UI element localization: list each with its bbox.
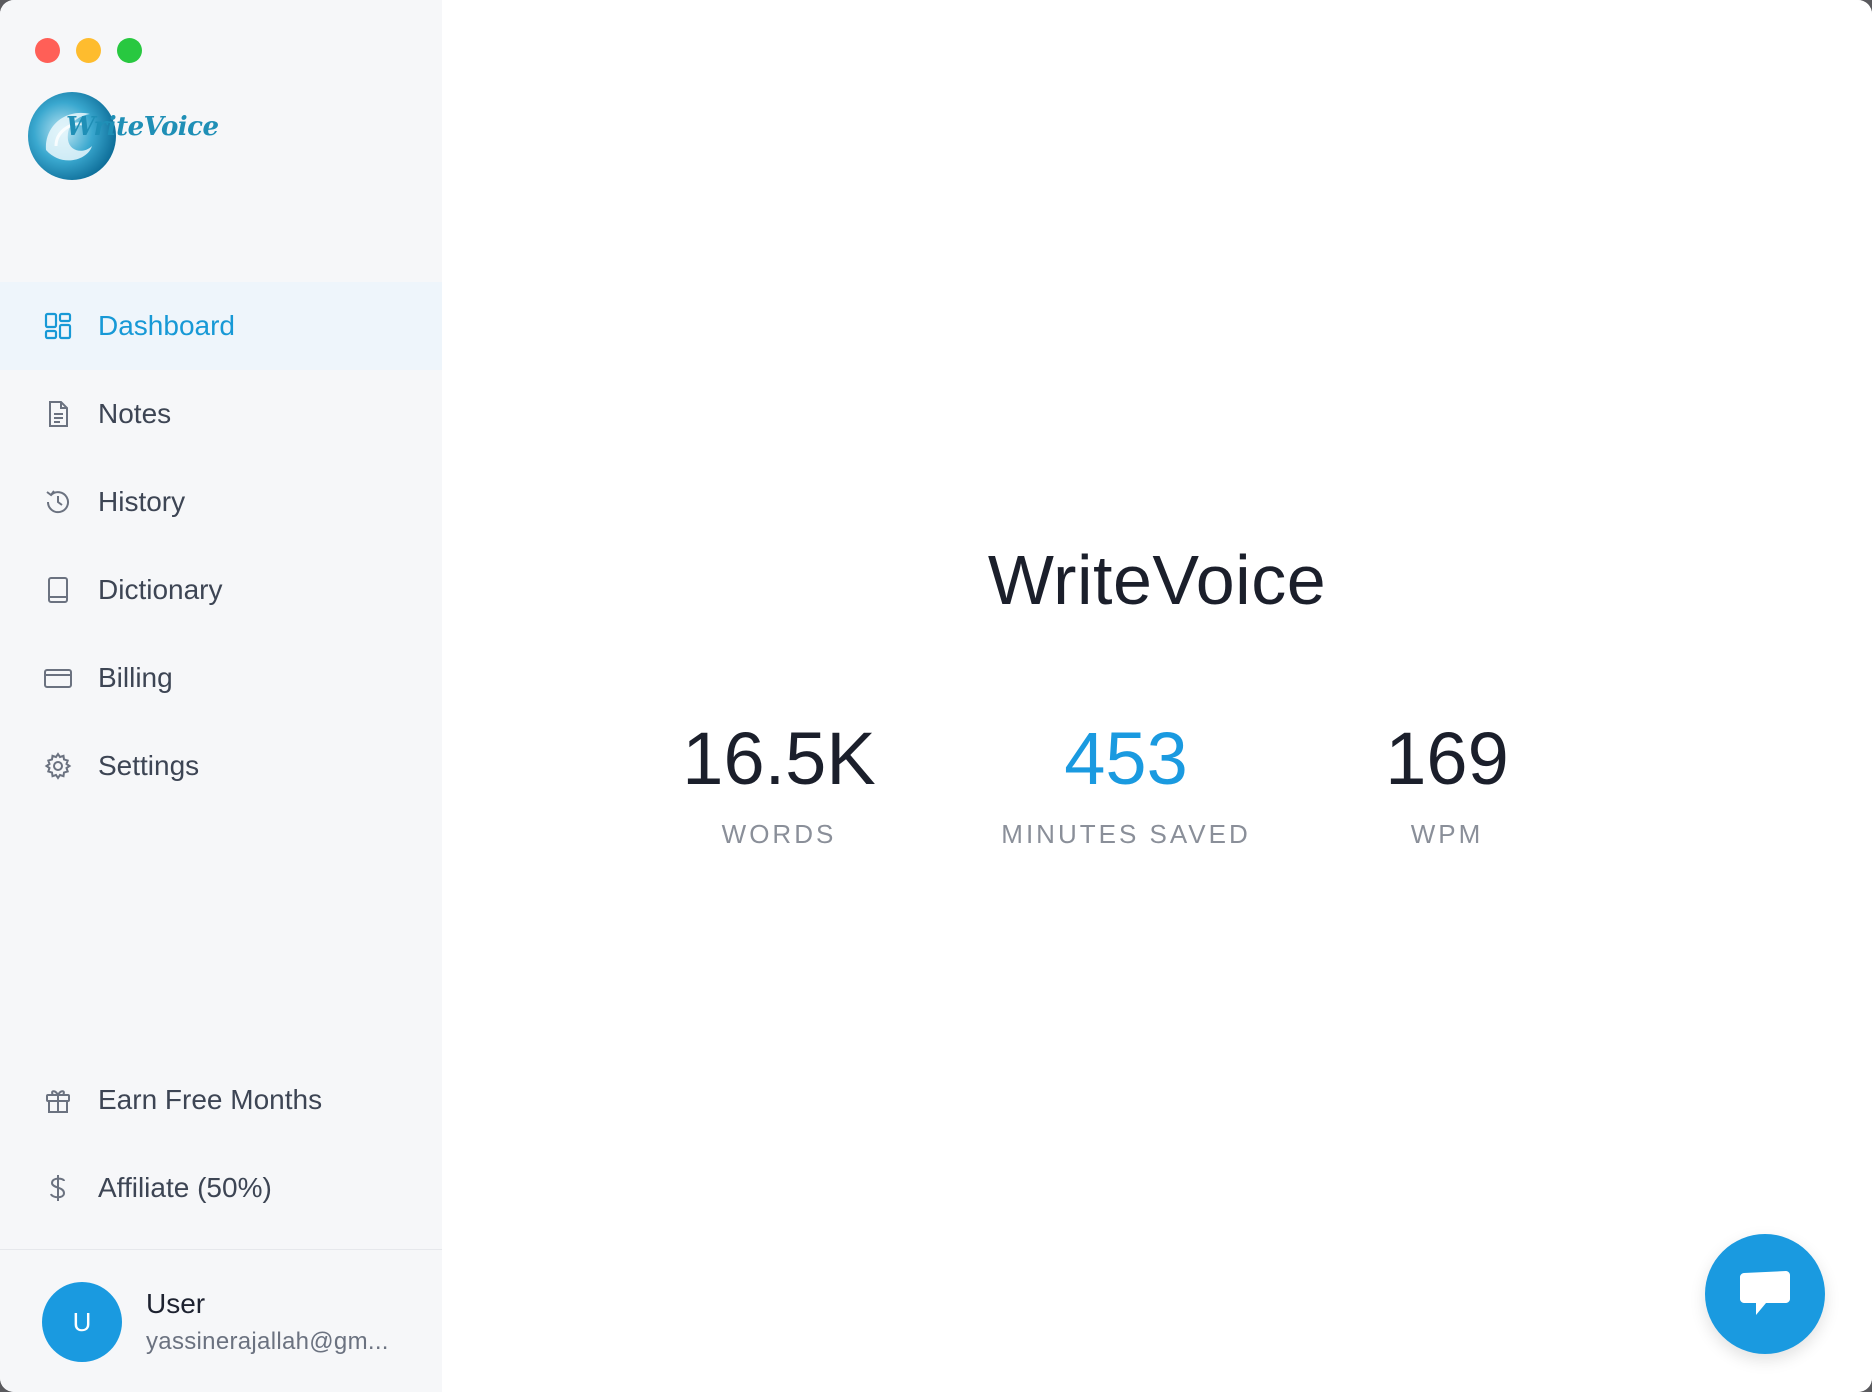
stat-value: 16.5K (682, 717, 876, 800)
sidebar-item-history[interactable]: History (0, 458, 442, 546)
stat-words: 16.5K WORDS (609, 716, 949, 850)
book-icon (42, 574, 74, 606)
chat-button[interactable] (1705, 1234, 1825, 1354)
sidebar-item-notes[interactable]: Notes (0, 370, 442, 458)
window-controls (35, 38, 142, 63)
dollar-icon (42, 1172, 74, 1204)
history-clock-icon (42, 486, 74, 518)
sidebar-item-label: Settings (98, 750, 200, 781)
avatar: U (42, 1282, 122, 1362)
sidebar-item-label: Notes (98, 398, 172, 429)
gift-icon (42, 1084, 74, 1116)
stat-minutes-saved: 453 MINUTES SAVED (956, 716, 1296, 850)
page-title: WriteVoice (987, 541, 1327, 619)
dashboard-main: WriteVoice 16.5K WORDS 453 MINUTES SAVED… (442, 0, 1872, 1392)
stat-value: 453 (1064, 717, 1188, 800)
gear-icon (42, 750, 74, 782)
app-window: WriteVoice Dashboard Notes History Dicti… (0, 0, 1872, 1392)
user-email: yassinerajallah@gm... (146, 1328, 389, 1355)
sidebar-item-label: History (98, 486, 186, 517)
sidebar-nav: Dashboard Notes History Dictionary Billi… (0, 282, 442, 810)
logo-text: WriteVoice (66, 112, 219, 142)
credit-card-icon (42, 662, 74, 694)
sidebar-item-label: Affiliate (50%) (98, 1172, 272, 1203)
sidebar-bottom-nav: Earn Free Months Affiliate (50%) (0, 1056, 442, 1232)
user-info: User yassinerajallah@gm... (146, 1288, 389, 1356)
close-button[interactable] (35, 38, 60, 63)
zoom-button[interactable] (117, 38, 142, 63)
sidebar-item-earn-free-months[interactable]: Earn Free Months (0, 1056, 442, 1144)
stat-value: 169 (1385, 717, 1509, 800)
sidebar-item-dictionary[interactable]: Dictionary (0, 546, 442, 634)
sidebar-item-label: Dashboard (98, 310, 235, 341)
user-profile[interactable]: U User yassinerajallah@gm... (42, 1282, 389, 1362)
sidebar-divider (0, 1249, 442, 1250)
document-icon (42, 398, 74, 430)
dashboard-grid-icon (42, 310, 74, 342)
minimize-button[interactable] (76, 38, 101, 63)
chat-bubble-icon (1740, 1271, 1790, 1315)
sidebar: WriteVoice Dashboard Notes History Dicti… (0, 0, 442, 1392)
stat-label: WPM (1410, 819, 1484, 849)
sidebar-item-affiliate[interactable]: Affiliate (50%) (0, 1144, 442, 1232)
user-name: User (146, 1288, 206, 1319)
sidebar-item-dashboard[interactable]: Dashboard (0, 282, 442, 370)
app-logo: WriteVoice (26, 88, 219, 182)
sidebar-item-label: Dictionary (98, 574, 223, 605)
sidebar-item-label: Earn Free Months (98, 1084, 323, 1115)
sidebar-item-settings[interactable]: Settings (0, 722, 442, 810)
stat-label: WORDS (721, 819, 837, 849)
sidebar-item-label: Billing (98, 662, 173, 693)
sidebar-item-billing[interactable]: Billing (0, 634, 442, 722)
stat-label: MINUTES SAVED (1001, 819, 1251, 849)
stat-wpm: 169 WPM (1277, 716, 1617, 850)
